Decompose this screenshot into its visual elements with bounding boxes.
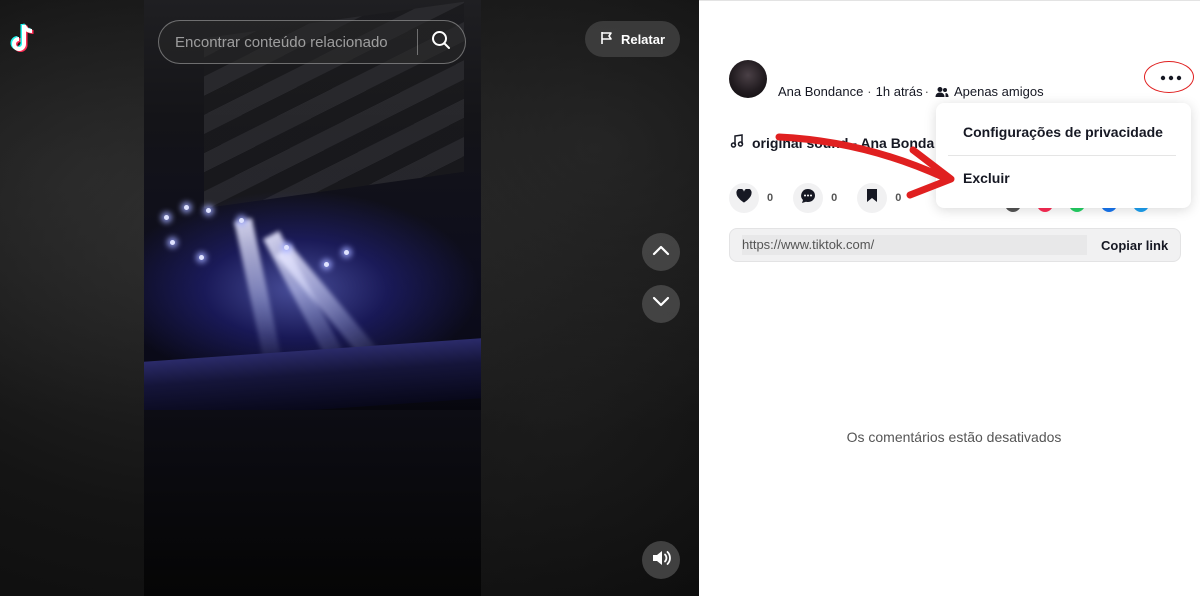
save-count: 0 bbox=[895, 192, 902, 204]
stage-light bbox=[184, 205, 189, 210]
save-action[interactable]: 0 bbox=[857, 183, 901, 213]
bookmark-icon bbox=[866, 188, 878, 208]
stage-light bbox=[324, 262, 329, 267]
link-box: https://www.tiktok.com/ Copiar link bbox=[729, 228, 1181, 262]
action-bar: 0 0 0 bbox=[729, 183, 921, 213]
stage-light bbox=[206, 208, 211, 213]
search-input[interactable]: Encontrar conteúdo relacionado bbox=[175, 34, 405, 51]
comment-button[interactable] bbox=[793, 183, 824, 213]
music-note-icon bbox=[730, 134, 744, 151]
stage-light bbox=[164, 215, 169, 220]
flag-icon bbox=[600, 31, 614, 48]
like-count: 0 bbox=[767, 192, 774, 204]
author-name[interactable]: Ana Bondance bbox=[778, 84, 863, 99]
search-icon bbox=[431, 30, 451, 55]
stage-light bbox=[284, 245, 289, 250]
meta-separator: · bbox=[924, 84, 929, 99]
menu-divider bbox=[948, 155, 1176, 156]
search-bar[interactable]: Encontrar conteúdo relacionado bbox=[158, 20, 466, 64]
friends-icon bbox=[935, 86, 949, 98]
post-meta: Ana Bondance · 1h atrás · Apenas amigos bbox=[778, 84, 1044, 99]
like-action[interactable]: 0 bbox=[729, 183, 773, 213]
tiktok-logo[interactable] bbox=[10, 22, 40, 56]
post-time: 1h atrás bbox=[875, 84, 923, 99]
comment-action[interactable]: 0 bbox=[793, 183, 837, 213]
heart-icon bbox=[736, 188, 752, 208]
menu-item-privacy-settings[interactable]: Configurações de privacidade bbox=[963, 124, 1163, 140]
report-button[interactable]: Relatar bbox=[585, 21, 680, 57]
video-player[interactable] bbox=[144, 0, 481, 596]
previous-video-button[interactable] bbox=[642, 233, 680, 271]
save-button[interactable] bbox=[857, 183, 888, 213]
chevron-down-icon bbox=[652, 295, 670, 313]
stage-light bbox=[239, 218, 244, 223]
stage-light bbox=[199, 255, 204, 260]
sound-link[interactable]: original sound - Ana Bonda bbox=[730, 134, 934, 151]
stage-light bbox=[344, 250, 349, 255]
volume-button[interactable] bbox=[642, 541, 680, 579]
like-button[interactable] bbox=[729, 183, 759, 213]
next-video-button[interactable] bbox=[642, 285, 680, 323]
more-options-menu: Configurações de privacidade Excluir bbox=[936, 103, 1191, 208]
meta-separator: · bbox=[867, 84, 872, 99]
stage-light bbox=[170, 240, 175, 245]
chevron-up-icon bbox=[652, 243, 670, 261]
video-area: Encontrar conteúdo relacionado Relatar bbox=[0, 0, 699, 596]
comment-icon bbox=[800, 188, 816, 209]
post-link[interactable]: https://www.tiktok.com/ bbox=[742, 235, 1087, 255]
comment-count: 0 bbox=[831, 192, 838, 204]
audience-seats bbox=[144, 410, 481, 596]
avatar[interactable] bbox=[729, 60, 767, 98]
privacy-label: Apenas amigos bbox=[953, 84, 1044, 99]
report-label: Relatar bbox=[620, 31, 666, 47]
copy-link-button[interactable]: Copiar link bbox=[1101, 238, 1168, 253]
annotation-circle bbox=[1144, 61, 1194, 93]
search-button[interactable] bbox=[418, 20, 464, 64]
comments-disabled-text: Os comentários estão desativados bbox=[846, 429, 1062, 445]
menu-item-delete[interactable]: Excluir bbox=[963, 170, 1010, 186]
sound-title: original sound - Ana Bonda bbox=[752, 134, 935, 151]
volume-icon bbox=[651, 549, 671, 572]
